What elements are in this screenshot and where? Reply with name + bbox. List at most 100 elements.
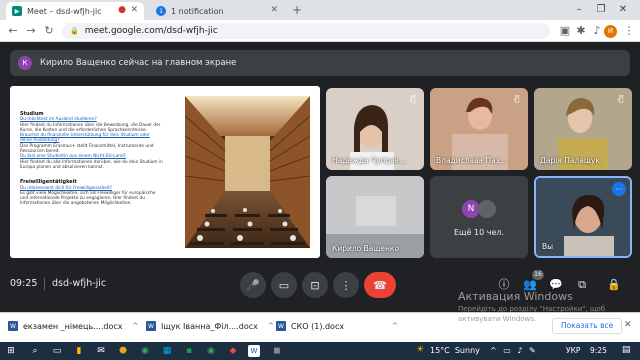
chrome-active-icon[interactable]: ◉: [204, 344, 218, 358]
search-icon[interactable]: ⌕: [28, 344, 42, 358]
download-item[interactable]: W Іщук Іванна_Філ....docx ^: [146, 318, 274, 334]
lock-icon: 🔒: [70, 27, 79, 35]
new-tab-button[interactable]: +: [292, 3, 302, 17]
meeting-time: 09:25: [10, 278, 38, 289]
media-icon[interactable]: ♪: [590, 24, 604, 38]
extensions-icon[interactable]: ✱: [574, 24, 588, 38]
tray-icons[interactable]: ^ ▭ ♪ ✎: [490, 346, 538, 355]
task-view-icon[interactable]: ▭: [50, 344, 64, 358]
participant-tile[interactable]: 🎙̸ Владислава Паз...: [430, 88, 528, 170]
more-participants-label: Ещё 10 чел.: [453, 228, 505, 237]
tab-title: Meet – dsd-wfjh-jic: [27, 6, 102, 16]
mail-icon[interactable]: ✉: [94, 344, 108, 358]
mic-icon: 🎤: [246, 278, 260, 292]
word-app-icon[interactable]: W: [248, 345, 260, 357]
app3-icon[interactable]: ◆: [226, 344, 240, 358]
slide-text: Studium Du möchtest im Ausland studieren…: [20, 111, 180, 207]
browser-menu-icon[interactable]: ⋮: [622, 24, 636, 38]
app-icon[interactable]: ⬣: [116, 344, 130, 358]
word-icon: W: [146, 321, 156, 331]
word-icon: W: [8, 321, 18, 331]
camera-indicator-icon[interactable]: ▣: [558, 24, 572, 38]
speaking-indicator-icon: ⋯: [612, 182, 626, 196]
participant-name: Владислава Паз...: [436, 156, 507, 165]
notifications-icon[interactable]: ▤: [622, 345, 631, 355]
weather-sun-icon: ☀: [416, 345, 425, 355]
activation-watermark-text-2: активувати Windows.: [458, 315, 537, 323]
participant-name: Надежда Чупрак...: [332, 156, 407, 165]
participant-name: Вы: [542, 242, 554, 251]
close-tab-icon[interactable]: ✕: [130, 5, 138, 15]
chevron-up-icon[interactable]: ^: [268, 322, 274, 330]
forward-icon[interactable]: →: [24, 24, 38, 38]
activities-icon[interactable]: ⧉: [572, 276, 592, 294]
end-call-icon: ☎: [373, 278, 387, 292]
participant-name: Дарія Палащук: [540, 156, 600, 165]
windows-start-icon[interactable]: ⊞: [4, 344, 18, 358]
url-field[interactable]: 🔒 meet.google.com/dsd-wfjh-jic: [62, 23, 550, 39]
tab-title: 1 notification: [171, 6, 224, 16]
download-item[interactable]: Wекзамен _німець....docx ^: [8, 318, 138, 334]
camera-button[interactable]: ▭: [271, 272, 297, 298]
mic-button[interactable]: 🎤: [240, 272, 266, 298]
more-options-button[interactable]: ⋮: [333, 272, 359, 298]
chrome-icon[interactable]: ◉: [138, 344, 152, 358]
self-tile[interactable]: ⋯ Вы: [534, 176, 632, 258]
app4-icon[interactable]: ◼: [270, 344, 284, 358]
download-filename: екзамен _німець....docx: [23, 321, 123, 331]
people-count-badge: 16: [532, 270, 544, 280]
recording-dot-icon: ●: [118, 5, 126, 15]
close-tab-icon[interactable]: ✕: [270, 5, 278, 15]
store-icon[interactable]: ▦: [160, 344, 174, 358]
mic-off-icon: 🎙̸: [514, 94, 520, 103]
divider: [44, 278, 45, 290]
notification-icon: 1: [156, 6, 166, 16]
avatar: К: [18, 56, 32, 70]
shared-screen: Studium Du möchtest im Ausland studieren…: [10, 86, 320, 258]
download-filename: СКО (1).docx: [291, 321, 345, 331]
show-all-button[interactable]: Показать все: [552, 318, 623, 334]
library-image: [185, 96, 310, 248]
slide-paragraph: Du interessierst dich für Freiwilligenar…: [20, 186, 180, 207]
banner-text: Кирило Ващенко сейчас на главном экране: [40, 58, 237, 68]
weather-text[interactable]: 15°C Sunny: [430, 346, 480, 355]
maximize-icon[interactable]: ❐: [592, 2, 610, 18]
download-filename: Іщук Іванна_Філ....docx: [161, 321, 258, 331]
more-vert-icon: ⋮: [340, 278, 352, 292]
present-button[interactable]: ⊡: [302, 272, 328, 298]
slide-paragraph: Du möchtest im Ausland studieren? Hier fi…: [20, 117, 180, 170]
back-icon[interactable]: ←: [6, 24, 20, 38]
activation-watermark-title: Активация Windows: [458, 290, 573, 303]
meeting-code: dsd-wfjh-jic: [52, 278, 107, 289]
meet-icon: ▶: [12, 6, 22, 16]
activation-watermark-text: Перейдіть до розділу "Настройки", щоб: [458, 305, 606, 313]
camera-icon: ▭: [278, 278, 290, 292]
url-text: meet.google.com/dsd-wfjh-jic: [84, 26, 218, 36]
lock-settings-icon[interactable]: 🔒: [604, 276, 624, 294]
download-item[interactable]: W СКО (1).docx ^: [276, 318, 398, 334]
clock[interactable]: 9:25: [590, 346, 607, 355]
leave-call-button[interactable]: ☎: [364, 272, 396, 298]
chevron-up-icon[interactable]: ^: [133, 322, 139, 330]
minimize-icon[interactable]: –: [570, 2, 588, 18]
participant-tile[interactable]: 🎙̸ Надежда Чупрак...: [326, 88, 424, 170]
more-participants-tile[interactable]: N Ещё 10 чел.: [430, 176, 528, 258]
avatar: [478, 200, 496, 218]
close-window-icon[interactable]: ✕: [614, 2, 632, 18]
tab-notification[interactable]: 1 1 notification ✕: [150, 2, 284, 20]
participant-tile[interactable]: Кирило Ващенко: [326, 176, 424, 258]
mic-off-icon: 🎙̸: [618, 94, 624, 103]
chevron-up-icon[interactable]: ^: [392, 322, 398, 330]
slide-text-line: Informationen über die angebotenen Mögli…: [20, 201, 132, 207]
word-icon: W: [276, 321, 286, 331]
presenter-banner: К Кирило Ващенко сейчас на главном экран…: [10, 50, 630, 76]
tab-meet[interactable]: ▶ Meet – dsd-wfjh-jic ● ✕: [6, 2, 144, 20]
app2-icon[interactable]: ▪: [182, 344, 196, 358]
profile-avatar[interactable]: И: [604, 25, 617, 38]
file-explorer-icon[interactable]: ▮: [72, 344, 86, 358]
close-downloads-icon[interactable]: ✕: [624, 320, 632, 330]
language-indicator[interactable]: УКР: [566, 346, 580, 355]
participant-tile[interactable]: 🎙̸ Дарія Палащук: [534, 88, 632, 170]
present-icon: ⊡: [310, 278, 320, 292]
reload-icon[interactable]: ↻: [42, 24, 56, 38]
